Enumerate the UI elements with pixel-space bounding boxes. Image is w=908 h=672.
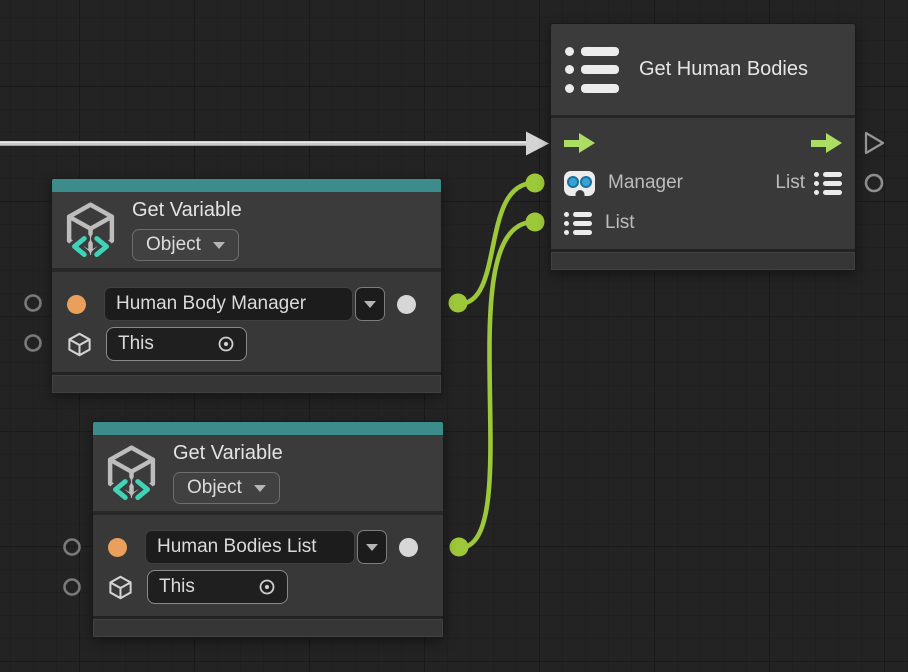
variable-name-input-port[interactable] <box>67 295 86 314</box>
variable-name-input-port[interactable] <box>108 538 127 557</box>
variable-scope-dropdown[interactable]: Object <box>132 229 239 261</box>
variable-name-field[interactable]: Human Bodies List <box>145 530 355 564</box>
chevron-down-icon <box>213 242 225 249</box>
chevron-down-icon <box>254 485 266 492</box>
chevron-down-icon <box>366 544 378 551</box>
unconnected-input-port-circle <box>26 336 41 351</box>
variable-name-dropdown-button[interactable] <box>355 287 385 321</box>
target-row: This <box>105 567 431 607</box>
wire-endpoint-dot[interactable] <box>526 174 545 193</box>
flow-port-row <box>564 123 842 163</box>
variable-name-value: Human Body Manager <box>116 293 306 315</box>
variable-scope-value: Object <box>187 477 242 499</box>
target-object-value: This <box>118 333 217 355</box>
value-output-port-circle <box>866 175 882 191</box>
cube-code-icon <box>103 443 160 504</box>
list-icon <box>565 47 619 93</box>
node-title: Get Human Bodies <box>639 58 808 81</box>
cube-icon target-input-port[interactable] <box>107 574 134 601</box>
list-input-port-label: List <box>605 212 635 234</box>
node-footer <box>52 372 441 393</box>
wire-list[interactable] <box>459 222 534 548</box>
target-icon[interactable] <box>258 578 276 596</box>
node-get-variable-bottom[interactable]: Get Variable Object Human Bodies List <box>92 421 444 638</box>
unconnected-input-port-circle <box>65 580 80 595</box>
node-header[interactable]: Get Variable Object <box>52 192 441 268</box>
variable-name-value: Human Bodies List <box>157 536 316 558</box>
target-icon[interactable] <box>217 335 235 353</box>
graph-canvas[interactable]: Get Human Bodies Manager List <box>0 0 908 672</box>
cube-icon target-input-port[interactable] <box>66 331 93 358</box>
variable-name-field[interactable]: Human Body Manager <box>104 287 353 321</box>
list-icon list-input-port[interactable] <box>564 212 592 235</box>
node-header[interactable]: Get Variable Object <box>93 435 443 511</box>
variable-scope-dropdown[interactable]: Object <box>173 472 280 504</box>
target-object-value: This <box>159 576 258 598</box>
flow-output-port arrow-right-icon[interactable] <box>811 133 842 154</box>
wire-endpoint-dot[interactable] <box>450 538 469 557</box>
wire-manager[interactable] <box>459 183 534 304</box>
list-icon list-output-port[interactable] <box>814 172 842 195</box>
value-output-port[interactable] <box>399 538 418 557</box>
vr-goggles-icon manager-input-port[interactable] <box>564 171 595 196</box>
flow-connection-arrowhead <box>526 132 549 156</box>
node-get-human-bodies[interactable]: Get Human Bodies Manager List <box>550 23 856 271</box>
variable-name-dropdown-button[interactable] <box>357 530 387 564</box>
list-output-port-label: List <box>775 172 805 194</box>
flow-output-port-triangle <box>866 133 883 153</box>
target-object-field[interactable]: This <box>106 327 247 361</box>
node-title: Get Variable <box>173 442 283 465</box>
chevron-down-icon <box>364 301 376 308</box>
manager-port-label: Manager <box>608 172 683 194</box>
wire-endpoint-dot[interactable] <box>449 294 468 313</box>
unconnected-input-port-circle <box>26 296 41 311</box>
variable-scope-value: Object <box>146 234 201 256</box>
list-port-row: List <box>564 203 842 243</box>
target-object-field[interactable]: This <box>147 570 288 604</box>
variable-name-row: Human Body Manager <box>64 284 429 324</box>
node-get-variable-top[interactable]: Get Variable Object Human Body Manager <box>51 178 442 394</box>
manager-port-row: Manager List <box>564 163 842 203</box>
flow-input-port arrow-right-icon[interactable] <box>564 133 595 154</box>
unconnected-input-port-circle <box>65 540 80 555</box>
node-footer <box>93 616 443 637</box>
cube-code-icon <box>62 200 119 261</box>
node-header[interactable]: Get Human Bodies <box>551 24 855 115</box>
wire-endpoint-dot[interactable] <box>526 213 545 232</box>
node-title: Get Variable <box>132 199 242 222</box>
variable-name-row: Human Bodies List <box>105 527 431 567</box>
node-body: Human Body Manager This <box>52 272 441 364</box>
node-body: Human Bodies List This <box>93 515 443 607</box>
node-footer <box>551 249 855 270</box>
ports-area: Manager List List <box>551 118 855 243</box>
selection-highlight-bar <box>93 422 443 435</box>
value-output-port[interactable] <box>397 295 416 314</box>
target-row: This <box>64 324 429 364</box>
selection-highlight-bar <box>52 179 441 192</box>
